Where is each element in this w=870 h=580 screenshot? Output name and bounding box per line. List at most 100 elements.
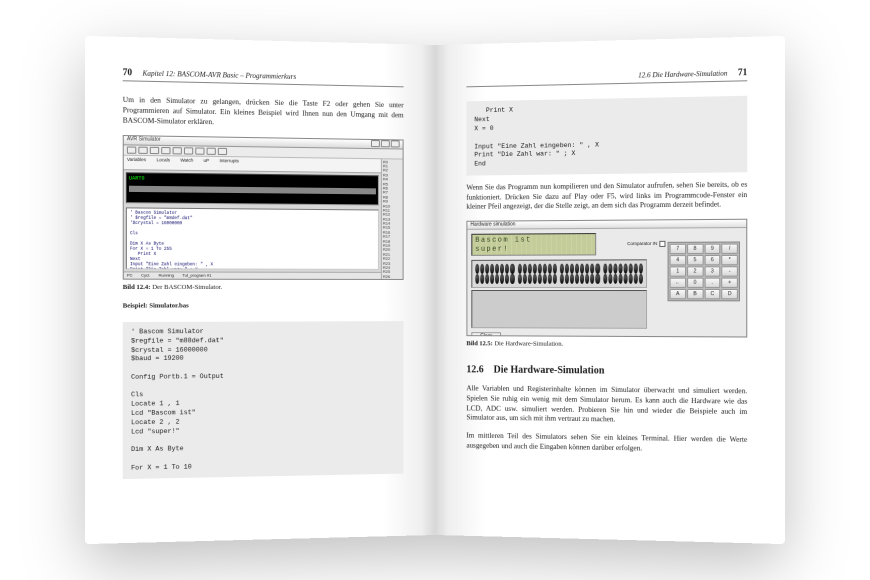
maximize-icon[interactable] [381,140,390,147]
tab-variables[interactable]: Variables [127,156,146,168]
step-over-icon[interactable] [173,147,182,154]
led-indicator[interactable] [553,274,557,284]
led-indicator[interactable] [505,264,509,274]
led-indicator[interactable] [613,263,617,273]
close-icon[interactable] [391,140,400,147]
comparator-checkbox[interactable]: Comparator IN [627,241,665,247]
led-indicator[interactable] [548,274,552,284]
led-indicator[interactable] [633,263,637,273]
led-indicator[interactable] [500,274,504,284]
led-indicator[interactable] [517,274,521,284]
keypad-key[interactable]: C [704,289,720,299]
led-indicator[interactable] [522,274,526,284]
keypad-key[interactable]: - [722,266,738,276]
pause-icon[interactable] [138,146,147,153]
keypad-key[interactable]: * [722,255,738,265]
keypad-key[interactable]: D [722,289,738,299]
led-indicator[interactable] [595,263,599,273]
led-indicator[interactable] [590,274,594,284]
led-indicator[interactable] [613,274,617,284]
led-indicator[interactable] [575,264,579,274]
led-indicator[interactable] [490,264,494,274]
keypad-key[interactable]: 6 [704,255,720,265]
play-icon[interactable] [127,146,136,153]
led-indicator[interactable] [490,274,494,284]
led-indicator[interactable] [623,263,627,273]
checkbox-icon[interactable] [659,241,665,247]
refresh-icon[interactable] [195,147,204,154]
led-indicator[interactable] [495,274,499,284]
led-indicator[interactable] [628,263,632,273]
led-indicator[interactable] [560,274,564,284]
led-indicator[interactable] [628,274,632,284]
led-indicator[interactable] [618,263,622,273]
led-indicator[interactable] [532,264,536,274]
keypad-key[interactable]: 9 [704,244,720,254]
keypad-key[interactable]: 8 [687,244,703,254]
led-indicator[interactable] [608,263,612,273]
led-indicator[interactable] [510,274,514,284]
led-indicator[interactable] [580,274,584,284]
led-indicator[interactable] [495,264,499,274]
clear-button[interactable]: Clear [471,332,501,337]
keypad-key[interactable]: + [722,278,738,288]
led-indicator[interactable] [537,264,541,274]
led-indicator[interactable] [500,264,504,274]
led-indicator[interactable] [575,274,579,284]
led-indicator[interactable] [543,264,547,274]
led-indicator[interactable] [480,264,484,274]
tab-watch[interactable]: Watch [180,157,193,168]
port-io-area[interactable] [471,290,647,329]
stop-icon[interactable] [150,146,159,153]
led-indicator[interactable] [560,264,564,274]
led-indicator[interactable] [639,263,643,273]
led-indicator[interactable] [603,263,607,273]
led-indicator[interactable] [475,264,479,274]
led-indicator[interactable] [603,274,607,284]
tab-up[interactable]: uP [204,157,210,168]
led-indicator[interactable] [480,274,484,284]
run-to-icon[interactable] [184,147,193,154]
keypad-key[interactable]: 3 [704,266,720,276]
led-indicator[interactable] [485,274,489,284]
led-indicator[interactable] [537,274,541,284]
tab-interrupts[interactable]: Interrupts [219,158,238,169]
led-indicator[interactable] [527,264,531,274]
led-indicator[interactable] [639,274,643,284]
led-indicator[interactable] [505,274,509,284]
keypad-key[interactable]: 2 [687,266,703,276]
led-indicator[interactable] [585,264,589,274]
keypad-key[interactable]: 7 [670,244,686,254]
keypad-key[interactable]: 0 [687,278,703,288]
led-indicator[interactable] [548,264,552,274]
led-indicator[interactable] [623,274,627,284]
led-indicator[interactable] [595,274,599,284]
led-indicator[interactable] [522,264,526,274]
led-indicator[interactable] [570,264,574,274]
keypad-key[interactable]: B [687,289,703,299]
keypad-key[interactable]: 5 [687,255,703,265]
led-indicator[interactable] [570,274,574,284]
keypad-key[interactable]: ← [670,278,686,288]
tab-locals[interactable]: Locals [156,157,169,168]
led-indicator[interactable] [618,274,622,284]
terminal-icon[interactable] [218,147,227,154]
led-indicator[interactable] [517,264,521,274]
led-indicator[interactable] [590,264,594,274]
led-indicator[interactable] [527,274,531,284]
led-indicator[interactable] [485,264,489,274]
keypad-key[interactable]: . [704,278,720,288]
keypad-key[interactable]: 1 [670,266,686,276]
led-indicator[interactable] [565,274,569,284]
led-indicator[interactable] [608,274,612,284]
led-indicator[interactable] [633,274,637,284]
step-into-icon[interactable] [161,147,170,154]
keypad-key[interactable]: A [670,289,686,299]
hardware-icon[interactable] [207,147,216,154]
led-indicator[interactable] [565,264,569,274]
led-indicator[interactable] [475,274,479,284]
led-indicator[interactable] [510,264,514,274]
led-indicator[interactable] [553,264,557,274]
code-view[interactable]: ' Bascon Simulator ' $regfile = "m8def.d… [126,207,379,270]
led-indicator[interactable] [543,274,547,284]
